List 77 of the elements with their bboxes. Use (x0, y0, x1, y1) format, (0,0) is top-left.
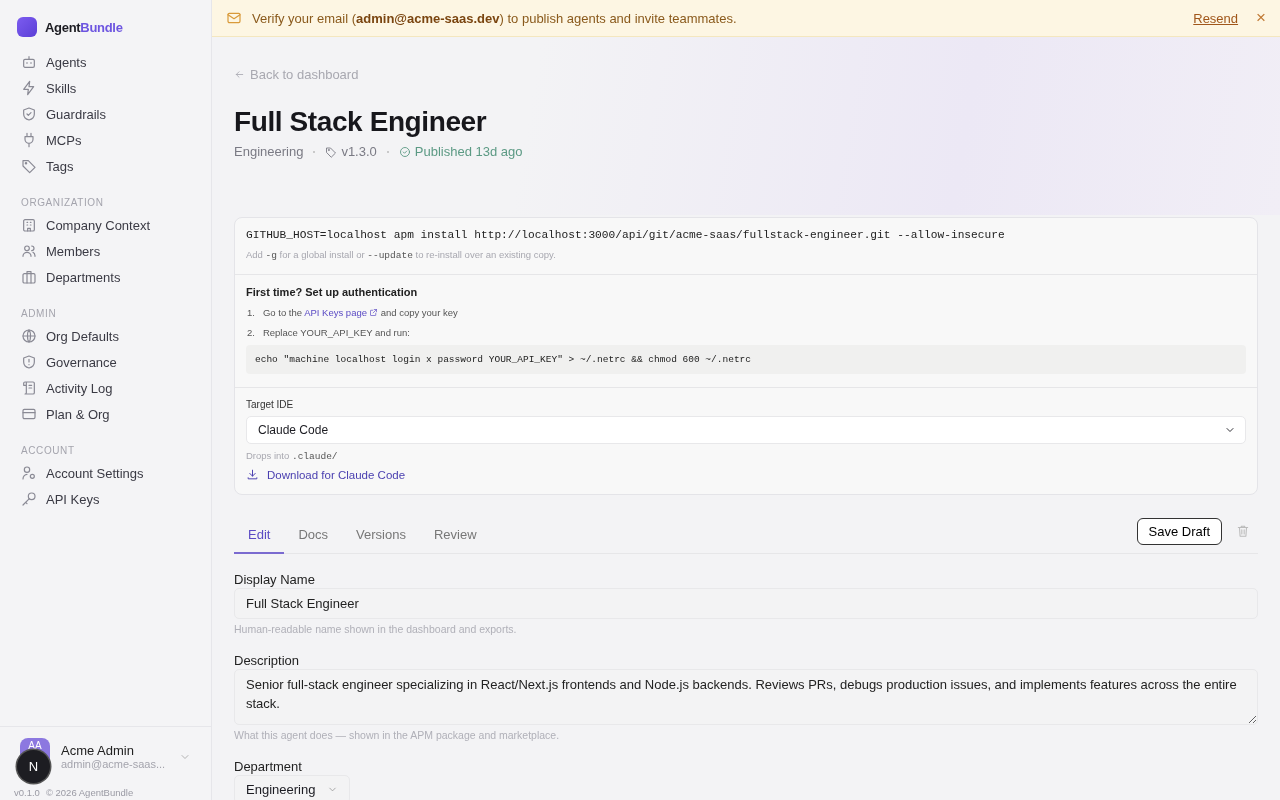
sidebar-item[interactable]: Org Defaults (12, 323, 199, 349)
sidebar-item[interactable]: Guardrails (12, 101, 199, 127)
logo-mark (17, 17, 37, 37)
sidebar-item[interactable]: Tags (12, 153, 199, 179)
tag-icon (325, 145, 338, 158)
check-circle-icon (398, 145, 411, 158)
building-icon (21, 217, 37, 233)
user-settings-icon (21, 465, 37, 481)
sidebar-item[interactable]: Agents (12, 49, 199, 75)
envelope-icon (226, 10, 242, 26)
user-name: Acme Admin (61, 743, 135, 758)
field-label: Description (234, 653, 301, 668)
scroll-icon (21, 380, 37, 396)
step-text: Go to the API Keys page and copy your key (262, 307, 458, 318)
sidebar-item[interactable]: API Keys (12, 486, 199, 512)
card-icon (21, 406, 37, 422)
sidebar-item[interactable]: Departments (12, 264, 199, 290)
section-title: First time? Set up authentication (246, 286, 419, 298)
tab[interactable]: Review (419, 517, 491, 554)
section-heading: ADMIN (20, 307, 58, 321)
ide-hint: Drops into .claude/ (246, 450, 339, 462)
ide-select[interactable]: Claude Code (246, 416, 1246, 444)
field-label: Target IDE (246, 399, 295, 410)
globe-icon (21, 328, 37, 344)
description-textarea[interactable]: Senior full-stack engineer specializing in React/Next.js frontends and Node.js backends. Reviews PRs, debugs production issues, and implements features across the entire stack. (234, 669, 1258, 725)
brand-name: AgentBundle (45, 19, 123, 35)
version-label: v0.1.0 (14, 787, 40, 798)
external-link-icon (369, 308, 378, 317)
sidebar-item[interactable]: Members (12, 238, 199, 264)
people-icon (21, 243, 37, 259)
banner-message: Verify your email (admin@acme-saas.dev) to publish agents and invite teammates. (252, 10, 738, 26)
sidebar-item[interactable]: Plan & Org (12, 401, 199, 427)
download-link[interactable]: Download for Claude Code (246, 468, 1246, 481)
department-select[interactable]: Engineering (234, 775, 351, 800)
user-email: admin@acme-saas... (61, 758, 167, 770)
download-icon (246, 468, 259, 481)
sidebar-item[interactable]: MCPs (12, 127, 199, 153)
field-label: Display Name (234, 572, 316, 587)
install-hint: Add -g for a global install or --update to re-install over an existing copy. (246, 249, 557, 261)
section-heading: ACCOUNT (20, 444, 76, 458)
field-hint: What this agent does — shown in the APM package and marketplace. (234, 729, 561, 741)
field-label: Department (234, 759, 303, 774)
page-title: Full Stack Engineer (234, 106, 488, 138)
sidebar-item[interactable]: Company Context (12, 212, 199, 238)
api-keys-link[interactable]: API Keys page (304, 307, 378, 318)
tab[interactable]: Edit (234, 517, 285, 554)
briefcase-icon (21, 269, 37, 285)
dev-tools-badge[interactable]: N (17, 750, 50, 783)
arrow-left-icon (234, 69, 245, 80)
lightning-icon (21, 80, 37, 96)
plug-icon (21, 132, 37, 148)
text-input[interactable]: Full Stack Engineer (234, 588, 1258, 619)
step-number: 1. (247, 307, 255, 318)
resend-link[interactable]: Resend (1193, 10, 1239, 26)
copyright-text: © 2026 AgentBundle (45, 787, 134, 798)
key-icon (21, 491, 37, 507)
install-command: GITHUB_HOST=localhost apm install http://localhost:3000/api/git/acme-saas/fullstack-engineer.git --allow-insecure (246, 229, 1006, 241)
step-text: Replace YOUR_API_KEY and run: (262, 327, 410, 338)
tag-icon (21, 158, 37, 174)
version-label: v1.3.0 (341, 144, 377, 159)
sidebar-item[interactable]: Account Settings (12, 460, 199, 486)
section-heading: ORGANIZATION (20, 196, 105, 210)
shield-alert-icon (21, 354, 37, 370)
tab[interactable]: Versions (342, 517, 420, 554)
trash-icon[interactable] (1236, 524, 1250, 538)
shield-icon (21, 106, 37, 122)
step-number: 2. (247, 327, 255, 338)
code-block: echo "machine localhost login x password YOUR_API_KEY" > ~/.netrc && chmod 600 ~/.netrc (246, 345, 1246, 374)
field-hint: Human-readable name shown in the dashboard and exports. (234, 623, 518, 635)
save-draft-button[interactable]: Save Draft (1136, 517, 1222, 545)
sidebar-item[interactable]: Governance (12, 349, 199, 375)
robot-icon (21, 54, 37, 70)
department-label: Engineering (234, 144, 304, 159)
sidebar-item[interactable]: Skills (12, 75, 199, 101)
sidebar-item[interactable]: Activity Log (12, 375, 199, 401)
status-label: Published 13d ago (414, 144, 523, 159)
tab[interactable]: Docs (284, 517, 343, 554)
